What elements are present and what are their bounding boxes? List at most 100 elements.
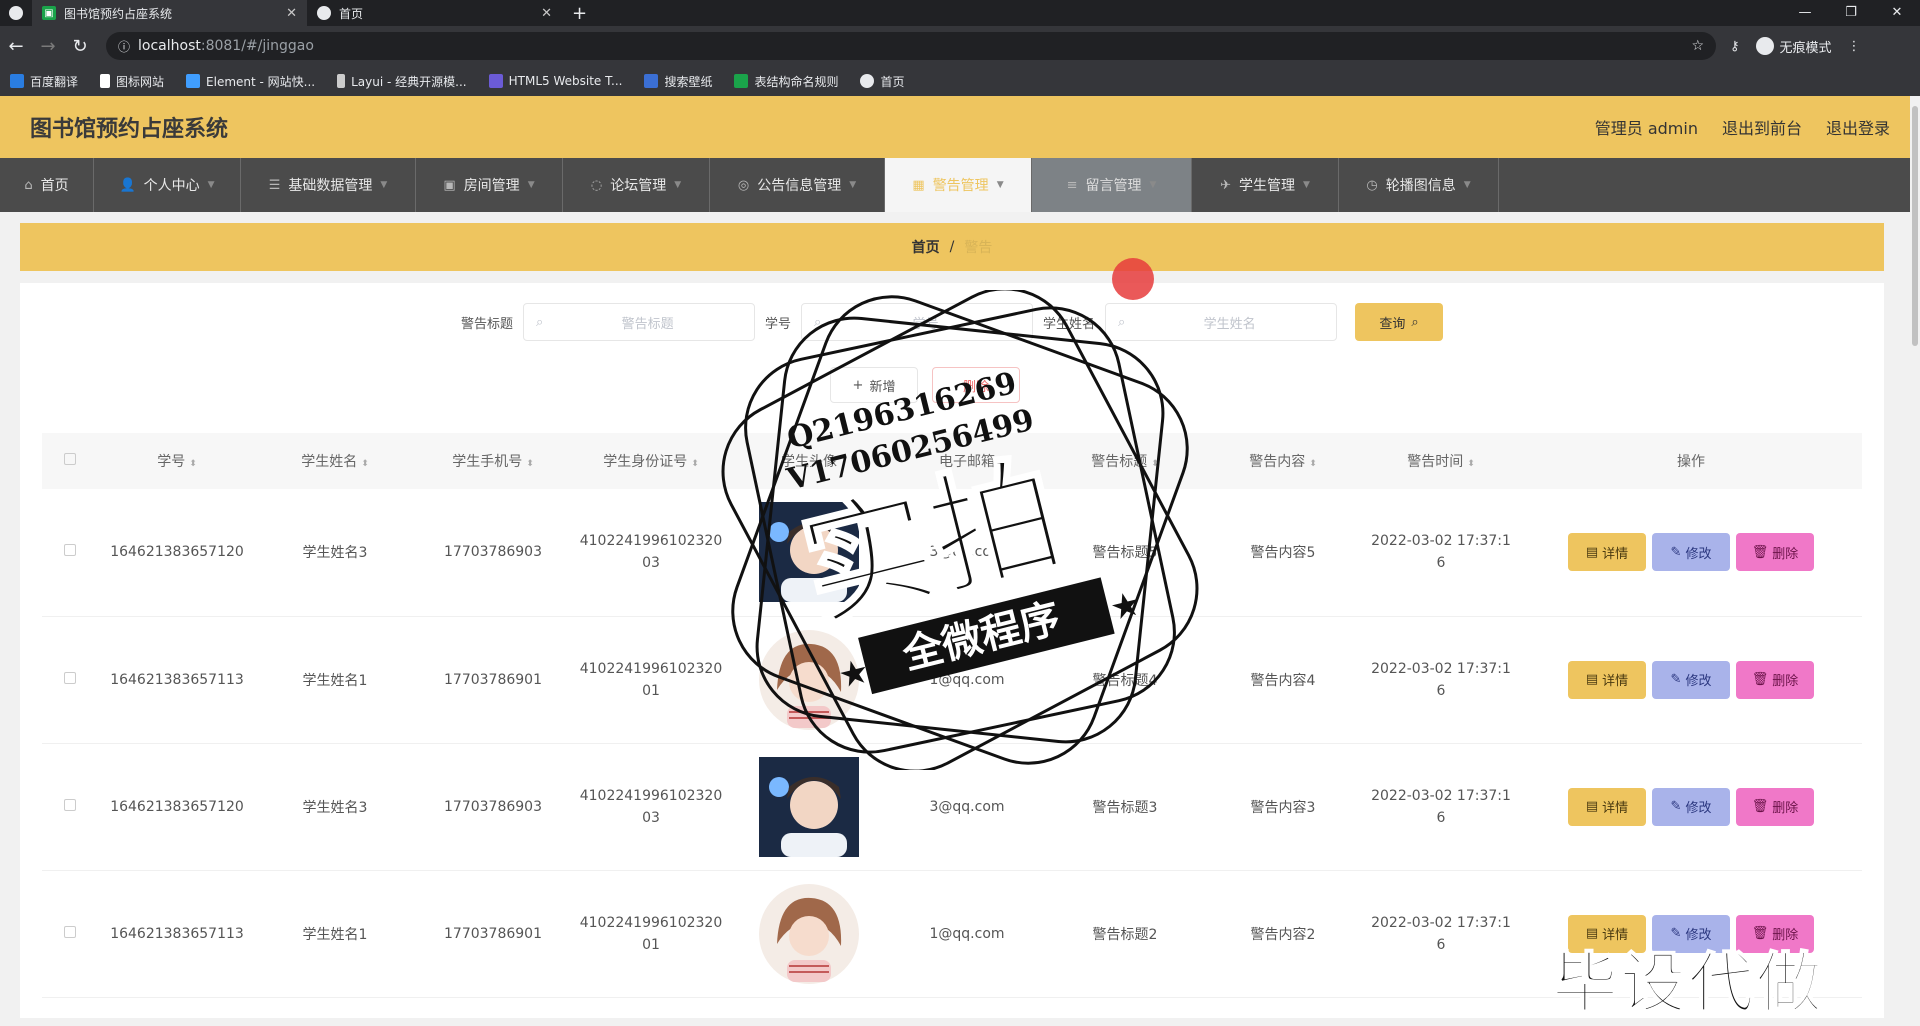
select-all-checkbox[interactable] [64,453,76,465]
bookmark-item[interactable]: 表结构命名规则 [734,73,838,90]
close-tab-icon[interactable]: ✕ [286,6,297,21]
chevron-down-icon: ▼ [996,180,1004,190]
cell-student-name: 学生姓名3 [256,743,414,871]
chevron-down-icon: ▼ [207,180,215,190]
minimize-icon[interactable]: — [1782,0,1828,26]
document-icon: ▤ [1585,799,1599,814]
chevron-down-icon: ▼ [1302,180,1310,190]
add-button[interactable]: + 新增 [830,367,918,403]
cell-warning-title: 警告标题5 [1046,489,1204,617]
sort-icon: ⬍ [361,459,369,469]
bookmark-item[interactable]: 百度翻译 [10,73,78,90]
maximize-icon[interactable]: ❐ [1828,0,1874,26]
forum-icon: ◌ [590,177,603,193]
exit-to-front-link[interactable]: 退出到前台 [1722,115,1802,139]
new-tab-icon[interactable]: + [562,3,597,24]
bookmark-item[interactable]: Element - 网站快... [186,73,315,90]
menu-student[interactable]: ✈ 学生管理 ▼ [1192,158,1339,212]
cell-student-name: 学生姓名1 [256,870,414,998]
no-label: 学号 [764,316,791,332]
incognito-label: 无痕模式 [1779,40,1832,56]
no-search-input[interactable]: ⌕ 学号 [801,303,1033,341]
globe-icon [317,6,331,20]
browser-tab-inactive[interactable]: 首页 ✕ [307,0,562,26]
menu-home[interactable]: ⌂ 首页 [0,158,94,212]
main-menu: ⌂ 首页 👤 个人中心 ▼ ☰ 基础数据管理 ▼ ▣ 房间管理 ▼ ◌ 论坛管理 ▼ ◎ 公告信息管… [0,158,1920,212]
incognito-badge[interactable]: 无痕模式 [1755,37,1832,56]
url-field[interactable]: ⓘ localhost:8081/#/jinggao ☆ [106,32,1716,60]
url-path: :8081/#/jinggao [200,38,314,54]
content-panel: 警告标题 ⌕ 警告标题 学号 ⌕ 学号 学生姓名 ⌕ 学生姓名 查询 ⌕ + 新增 删除 … [20,283,1884,1018]
window-controls: — ❐ ✕ [1782,0,1920,26]
bulk-delete-button[interactable]: 删除 [932,367,1020,403]
cell-warning-content: 警告内容2 [1204,870,1362,998]
scrollbar-thumb[interactable] [1912,106,1918,346]
breadcrumb: 首页 / 警告 [20,223,1884,271]
menu-room[interactable]: ▣ 房间管理 ▼ [416,158,563,212]
detail-button[interactable]: ▤ 详情 [1568,660,1646,699]
info-icon[interactable]: ⓘ [118,38,130,55]
browser-tab-active[interactable]: ▣ 图书馆预约占座系统 ✕ [32,0,307,26]
star-icon[interactable]: ☆ [1691,38,1704,54]
carousel-icon: ◷ [1366,177,1378,193]
page-scrollbar[interactable] [1910,96,1920,1018]
back-icon[interactable]: ← [0,36,32,57]
cell-id-card: 4102241996102320 03 [572,489,730,617]
breadcrumb-current: 警告 [964,240,993,256]
forward-icon[interactable]: → [32,36,64,57]
cell-student-no: 164621383657113 [98,870,256,998]
reload-icon[interactable]: ↻ [64,36,96,57]
cell-avatar [730,743,888,871]
student-avatar [759,502,859,603]
cell-warning-content: 警告内容5 [1204,489,1362,617]
delete-button[interactable]: 🗑 删除 [1736,533,1814,572]
breadcrumb-home[interactable]: 首页 [912,237,940,257]
menu-message[interactable]: ≡ 留言管理 ▼ [1032,158,1192,212]
menu-personal[interactable]: 👤 个人中心 ▼ [94,158,241,212]
cell-warning-title: 警告标题4 [1046,616,1204,744]
bookmark-item[interactable]: 图标网站 [100,73,164,90]
chevron-down-icon: ▼ [849,180,857,190]
bookmark-item[interactable]: 首页 [860,73,905,90]
close-window-icon[interactable]: ✕ [1874,0,1920,26]
bookmark-item[interactable]: Layui - 经典开源模... [337,73,467,90]
browser-menu-icon[interactable] [0,0,32,26]
name-search-input[interactable]: ⌕ 学生姓名 [1105,303,1338,341]
cell-id-card: 4102241996102320 03 [572,743,730,871]
edit-button[interactable]: ✎ 修改 [1652,533,1730,572]
corner-watermark: 毕设代做 [1551,944,1824,1023]
row-checkbox[interactable] [64,671,76,684]
row-checkbox[interactable] [64,544,76,557]
edit-button[interactable]: ✎ 修改 [1652,787,1730,826]
cell-warning-time: 2022-03-02 17:37:1 6 [1362,870,1520,998]
delete-button[interactable]: 🗑 删除 [1736,660,1814,699]
table-row: 164621383657113 学生姓名1 17703786901 410224199… [42,616,1862,744]
detail-button[interactable]: ▤ 详情 [1568,533,1646,572]
menu-notice[interactable]: ◎ 公告信息管理 ▼ [710,158,885,212]
row-checkbox[interactable] [64,798,76,811]
menu-warning[interactable]: ▦ 警告管理 ▼ [885,158,1032,212]
sort-icon: ⬍ [1151,459,1159,469]
breadcrumb-sep: / [949,239,955,255]
delete-button[interactable]: 🗑 删除 [1736,787,1814,826]
cell-id-card: 4102241996102320 01 [572,870,730,998]
menu-carousel[interactable]: ◷ 轮播图信息 ▼ [1339,158,1499,212]
edit-button[interactable]: ✎ 修改 [1652,660,1730,699]
bookmark-item[interactable]: 搜索壁纸 [644,73,712,90]
sort-icon: ⬍ [189,459,197,469]
menu-basic-data[interactable]: ☰ 基础数据管理 ▼ [241,158,416,212]
bookmark-item[interactable]: HTML5 Website T... [488,74,622,88]
close-tab-icon[interactable]: ✕ [541,6,552,21]
menu-forum[interactable]: ◌ 论坛管理 ▼ [563,158,710,212]
row-checkbox[interactable] [64,925,76,938]
grid-icon: ▦ [912,177,925,193]
document-icon: ▤ [1585,544,1599,560]
detail-button[interactable]: ▤ 详情 [1568,787,1646,826]
cell-email: 3@qq.com [888,489,1046,617]
title-search-input[interactable]: ⌕ 警告标题 [522,303,755,341]
key-icon[interactable]: ⚷ [1730,39,1740,54]
more-menu-icon[interactable]: ⋮ [1848,39,1861,54]
sort-icon: ⬍ [691,459,699,469]
logout-link[interactable]: 退出登录 [1826,115,1890,139]
query-button[interactable]: 查询 ⌕ [1355,303,1444,341]
